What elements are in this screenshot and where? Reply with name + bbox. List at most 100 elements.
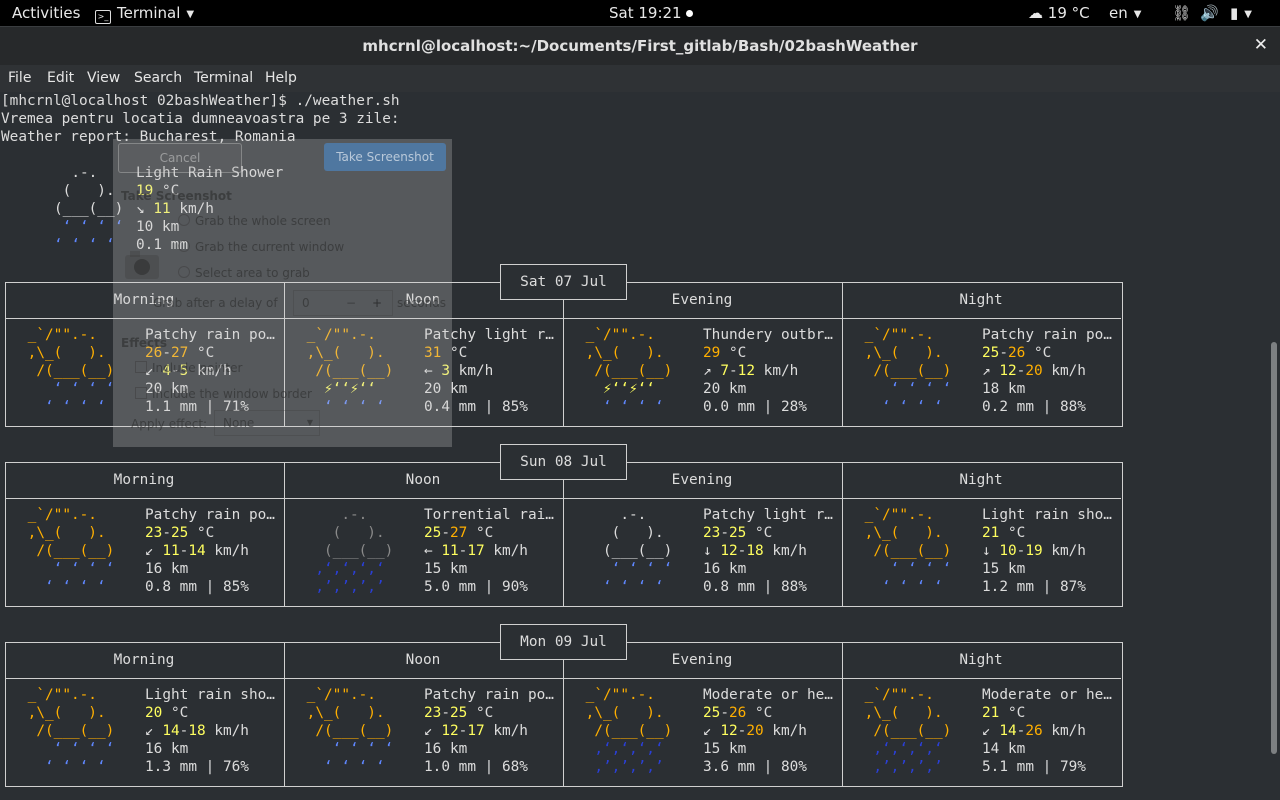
visibility: 16 km (703, 561, 747, 577)
scrollbar-thumb[interactable] (1271, 342, 1277, 754)
visibility: 15 km (982, 561, 1026, 577)
precipitation: 1.3 mm | 76% (145, 759, 249, 775)
weather-indicator[interactable]: ☁ 19 °C (1028, 0, 1090, 26)
checkbox-icon (135, 361, 147, 373)
precipitation: 0.8 mm | 85% (145, 579, 249, 595)
wind: ↗ 7-12 km/h (703, 363, 799, 379)
take-screenshot-button[interactable]: Take Screenshot (324, 143, 446, 171)
column-header: Night (959, 472, 1003, 488)
wind: ↙ 11-14 km/h (145, 543, 249, 559)
visibility: 16 km (424, 741, 468, 757)
delay-stepper[interactable]: 0 − + (293, 290, 393, 316)
clock-label: Sat 19:21 (609, 4, 682, 22)
visibility: 16 km (145, 741, 189, 757)
menu-search[interactable]: Search (134, 70, 182, 86)
language-label: en (1109, 4, 1128, 22)
weather-art-icon: _`/"".-. ,\_( ). /(___(__) ‚‘‚‘‚‘‚‘ ‚’‚’… (856, 687, 969, 775)
effects-heading: Effects (121, 336, 168, 350)
precipitation: 1.2 mm | 87% (982, 579, 1086, 595)
close-icon[interactable]: ✕ (1254, 35, 1268, 55)
temperature: 25-26 °C (703, 705, 773, 721)
battery-icon[interactable]: ▮ ▼ (1230, 0, 1252, 26)
wind: ↓ 10-19 km/h (982, 543, 1086, 559)
condition: Patchy rain po… (982, 327, 1112, 343)
weather-art-icon: .-. ( ). (___(__) ‘ ‘ ‘ ‘ ‘ ‘ ‘ ‘ (577, 507, 690, 595)
option-whole-screen[interactable]: Grab the whole screen (178, 214, 331, 228)
network-icon[interactable]: ⛓ (1172, 0, 1191, 26)
menu-edit[interactable]: Edit (47, 70, 74, 86)
cancel-button[interactable]: Cancel (118, 143, 242, 173)
visibility: 20 km (703, 381, 747, 397)
temperature: 21 °C (982, 525, 1026, 541)
date-label: Sun 08 Jul (500, 444, 627, 480)
precipitation: 0.0 mm | 28% (703, 399, 807, 415)
radio-icon (178, 240, 190, 252)
condition: Patchy rain po… (424, 687, 554, 703)
terminal-icon: >_ (95, 10, 111, 24)
precipitation: 0.2 mm | 88% (982, 399, 1086, 415)
weather-art-icon: _`/"".-. ,\_( ). /(___(__) ‘ ‘ ‘ ‘ ‘ ‘ ‘… (298, 687, 411, 775)
wind: ← 11-17 km/h (424, 543, 528, 559)
language-selector[interactable]: en ▼ (1109, 0, 1141, 26)
condition: Moderate or he… (703, 687, 833, 703)
condition: Light rain sho… (982, 507, 1112, 523)
chevron-down-icon: ▼ (1133, 9, 1142, 20)
option-current-window[interactable]: Grab the current window (178, 240, 344, 254)
delay-unit: seconds (397, 296, 447, 310)
visibility: 16 km (145, 561, 189, 577)
temperature: 23-25 °C (145, 525, 215, 541)
temperature: 29 °C (703, 345, 747, 361)
precipitation: 5.0 mm | 90% (424, 579, 528, 595)
condition: Light rain sho… (145, 687, 275, 703)
temperature: 21 °C (982, 705, 1026, 721)
visibility: 18 km (982, 381, 1026, 397)
option-select-area[interactable]: Select area to grab (178, 266, 310, 280)
effect-select-value: None (223, 416, 255, 430)
app-menu-label: Terminal (117, 4, 181, 22)
delay-value: 0 (302, 296, 310, 310)
temperature: 25-26 °C (982, 345, 1052, 361)
wind: ↙ 14-26 km/h (982, 723, 1086, 739)
minus-icon[interactable]: − (346, 291, 356, 315)
precipitation: 3.6 mm | 80% (703, 759, 807, 775)
volume-icon[interactable]: 🔊 (1200, 0, 1219, 26)
menu-bar: File Edit View Search Terminal Help (0, 65, 1280, 92)
menu-file[interactable]: File (8, 70, 31, 86)
temperature: 23-25 °C (703, 525, 773, 541)
condition: Thundery outbr… (703, 327, 833, 343)
condition: Torrential rai… (424, 507, 554, 523)
radio-icon (178, 266, 190, 278)
apply-effect-label: Apply effect: (131, 417, 208, 431)
window-title-bar: mhcrnl@localhost:~/Documents/First_gitla… (0, 26, 1280, 65)
clock[interactable]: Sat 19:21 (609, 0, 693, 26)
weather-art-icon: _`/"".-. ,\_( ). /(___(__) ‘ ‘ ‘ ‘ ‘ ‘ ‘… (856, 327, 969, 415)
screenshot-dialog: Cancel Take Screenshot Take Screenshot G… (113, 139, 452, 447)
visibility: 15 km (703, 741, 747, 757)
menu-view[interactable]: View (87, 70, 120, 86)
scrollbar[interactable] (1268, 92, 1280, 800)
delay-label: Grab after a delay of (153, 296, 278, 310)
activities-button[interactable]: Activities (12, 0, 80, 26)
weather-art-icon: _`/"".-. ,\_( ). /(___(__) ‘ ‘ ‘ ‘ ‘ ‘ ‘… (19, 687, 132, 775)
wind: ↙ 12-20 km/h (703, 723, 807, 739)
weather-art-icon: _`/"".-. ,\_( ). /(___(__) ‘ ‘ ‘ ‘ ‘ ‘ ‘… (856, 507, 969, 595)
wind: ↓ 12-18 km/h (703, 543, 807, 559)
wind: ↙ 14-18 km/h (145, 723, 249, 739)
menu-help[interactable]: Help (265, 70, 297, 86)
radio-icon (178, 214, 190, 226)
menu-terminal[interactable]: Terminal (194, 70, 253, 86)
include-pointer-checkbox[interactable]: Include pointer (135, 361, 242, 375)
wind: ↗ 12-20 km/h (982, 363, 1086, 379)
wind: ↙ 12-17 km/h (424, 723, 528, 739)
condition: Patchy rain po… (145, 507, 275, 523)
weather-art-icon: .-. ( ). (___(__) ‚‘‚‘‚‘‚‘ ‚’‚’‚’‚’ (298, 507, 411, 595)
include-border-checkbox[interactable]: Include the window border (135, 387, 312, 401)
chevron-down-icon: ▼ (306, 418, 313, 427)
column-header: Morning (113, 472, 175, 488)
camera-icon (125, 251, 159, 279)
prompt-line: [mhcrnl@localhost 02bashWeather]$ ./weat… (1, 93, 400, 109)
plus-icon[interactable]: + (372, 291, 382, 315)
weather-temp: 19 °C (1047, 4, 1090, 22)
app-menu[interactable]: >_ Terminal ▼ (95, 0, 194, 26)
effect-select[interactable]: None ▼ (214, 410, 320, 436)
